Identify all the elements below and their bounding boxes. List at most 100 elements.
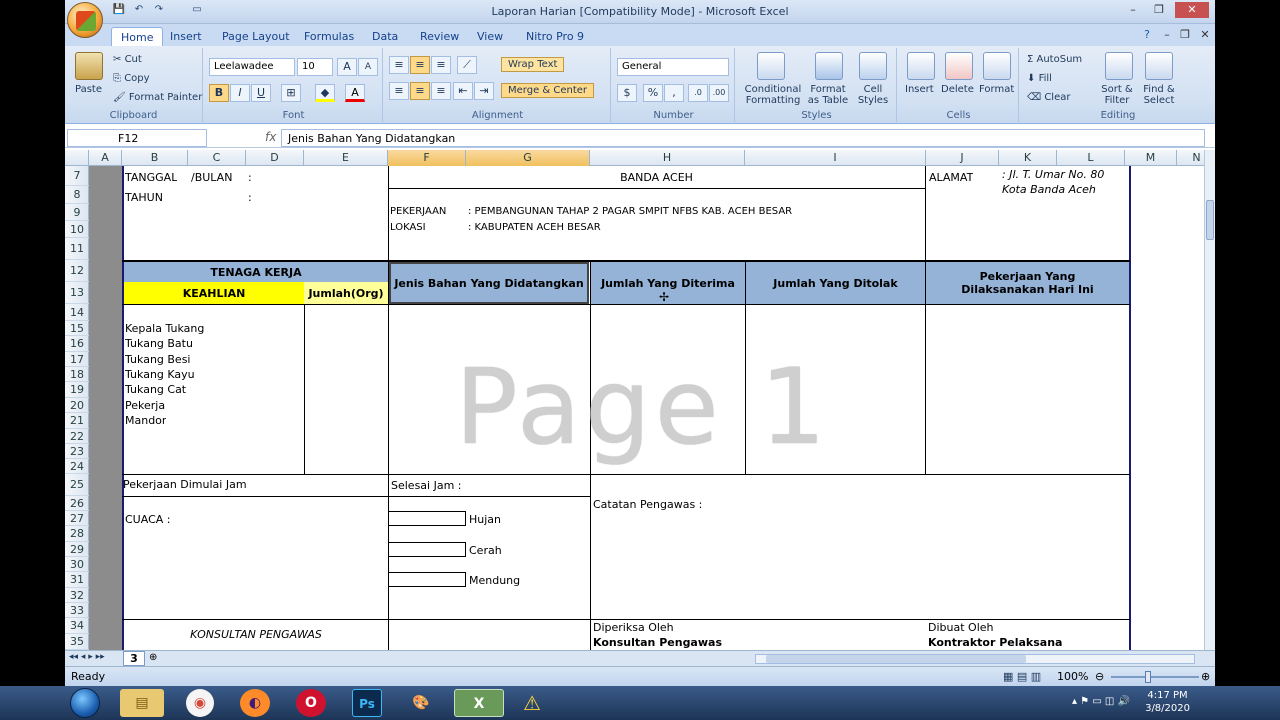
- tab-page-layout[interactable]: Page Layout: [213, 27, 299, 46]
- sheet-nav-icon[interactable]: ◂◂ ◂ ▸ ▸▸: [69, 652, 105, 662]
- vertical-scrollbar[interactable]: [1204, 150, 1215, 650]
- column-header[interactable]: F: [388, 150, 466, 166]
- column-header[interactable]: L: [1057, 150, 1125, 166]
- row-header[interactable]: 8: [65, 186, 89, 204]
- column-header[interactable]: A: [89, 150, 122, 166]
- workbook-close-icon[interactable]: ✕: [1193, 27, 1215, 43]
- zoom-in-icon[interactable]: ⊕: [1201, 670, 1210, 683]
- file-explorer-icon[interactable]: ▤: [120, 689, 164, 717]
- italic-icon[interactable]: I: [230, 84, 250, 102]
- cell-styles-button[interactable]: Cell Styles: [853, 84, 893, 106]
- insert-sheet-icon[interactable]: ⊕: [149, 652, 157, 663]
- chrome-icon[interactable]: ◉: [186, 689, 214, 717]
- column-header[interactable]: M: [1125, 150, 1177, 166]
- start-button[interactable]: [70, 688, 100, 718]
- font-color-icon[interactable]: A: [345, 84, 365, 102]
- conditional-formatting-button[interactable]: Conditional Formatting: [741, 84, 805, 106]
- tab-home[interactable]: Home: [111, 27, 164, 46]
- row-header[interactable]: 27: [65, 511, 89, 526]
- column-header[interactable]: I: [745, 150, 926, 166]
- row-header[interactable]: 35: [65, 634, 89, 650]
- shrink-font-icon[interactable]: A: [358, 58, 378, 76]
- tab-view[interactable]: View: [468, 27, 512, 46]
- row-header[interactable]: 28: [65, 526, 89, 542]
- zoom-slider[interactable]: [1111, 676, 1199, 678]
- paste-button[interactable]: Paste: [75, 84, 102, 95]
- redo-icon[interactable]: ↷: [151, 4, 167, 18]
- row-header[interactable]: 16: [65, 336, 89, 352]
- row-header[interactable]: 12: [65, 260, 89, 282]
- column-header[interactable]: H: [590, 150, 745, 166]
- jenis-bahan-header[interactable]: Jenis Bahan Yang Didatangkan: [389, 262, 589, 304]
- select-all-corner[interactable]: [65, 150, 89, 166]
- clock[interactable]: 4:17 PM 3/8/2020: [1145, 689, 1190, 715]
- restore-icon[interactable]: ❐: [1147, 2, 1171, 18]
- h-scroll-thumb[interactable]: [766, 655, 1026, 663]
- close-icon[interactable]: ✕: [1175, 2, 1209, 18]
- align-left-icon[interactable]: ≡: [389, 82, 409, 100]
- increase-indent-icon[interactable]: ⇥: [474, 82, 494, 100]
- row-header[interactable]: 10: [65, 221, 89, 238]
- photoshop-icon[interactable]: Ps: [352, 689, 382, 717]
- row-header[interactable]: 30: [65, 557, 89, 572]
- scroll-thumb[interactable]: [1206, 200, 1214, 240]
- formula-input[interactable]: Jenis Bahan Yang Didatangkan: [281, 129, 1205, 147]
- row-header[interactable]: 26: [65, 496, 89, 511]
- row-header[interactable]: 19: [65, 382, 89, 398]
- font-size-select[interactable]: 10: [297, 58, 333, 76]
- zoom-level[interactable]: 100%: [1057, 670, 1088, 683]
- column-header[interactable]: J: [926, 150, 999, 166]
- bold-icon[interactable]: B: [209, 84, 229, 102]
- worksheet-grid[interactable]: 7 8 9 10 11 12 13 14 15 16 17 18 19 20 21 22 23 24 25 26 27 2…: [65, 166, 1215, 650]
- find-select-button[interactable]: Find & Select: [1139, 84, 1179, 106]
- column-header[interactable]: G: [466, 150, 590, 166]
- row-header[interactable]: 13: [65, 282, 89, 304]
- row-header[interactable]: 31: [65, 572, 89, 588]
- view-icons[interactable]: ▦ ▤ ▥: [1003, 670, 1041, 683]
- firefox-icon[interactable]: ◐: [240, 689, 270, 717]
- paste-icon[interactable]: [75, 52, 103, 80]
- row-header[interactable]: 9: [65, 204, 89, 221]
- row-header[interactable]: 7: [65, 166, 89, 186]
- row-header[interactable]: 18: [65, 367, 89, 382]
- row-header[interactable]: 33: [65, 603, 89, 618]
- row-header[interactable]: 29: [65, 542, 89, 557]
- tab-data[interactable]: Data: [363, 27, 407, 46]
- row-header[interactable]: 20: [65, 398, 89, 413]
- name-box[interactable]: F12: [67, 129, 207, 147]
- warning-icon[interactable]: ⚠: [510, 689, 554, 717]
- insert-button[interactable]: Insert: [905, 84, 934, 95]
- format-painter-button[interactable]: 🖌 Format Painter: [113, 92, 202, 103]
- paint-icon[interactable]: 🎨: [404, 689, 438, 717]
- number-format-select[interactable]: General: [617, 58, 729, 76]
- zoom-out-icon[interactable]: ⊖: [1095, 670, 1104, 683]
- sheet-tab[interactable]: 3: [123, 651, 145, 666]
- cut-button[interactable]: ✂ Cut: [113, 54, 142, 65]
- format-as-table-button[interactable]: Format as Table: [805, 84, 851, 106]
- align-right-icon[interactable]: ≡: [431, 82, 451, 100]
- border-icon[interactable]: ⊞: [281, 84, 301, 102]
- undo-icon[interactable]: ↶: [131, 4, 147, 18]
- column-header[interactable]: D: [246, 150, 304, 166]
- save-icon[interactable]: 💾: [111, 4, 127, 18]
- tab-review[interactable]: Review: [411, 27, 468, 46]
- increase-decimal-icon[interactable]: .0: [688, 84, 708, 102]
- format-button[interactable]: Format: [979, 84, 1014, 95]
- underline-icon[interactable]: U: [251, 84, 271, 102]
- horizontal-scrollbar[interactable]: [755, 654, 1195, 664]
- minimize-icon[interactable]: –: [1121, 2, 1145, 18]
- orientation-icon[interactable]: ⟋: [457, 56, 477, 74]
- tab-formulas[interactable]: Formulas: [295, 27, 363, 46]
- excel-taskbar-icon[interactable]: X: [454, 689, 504, 717]
- comma-icon[interactable]: ,: [664, 84, 684, 102]
- cerah-checkbox[interactable]: [388, 542, 466, 557]
- row-header[interactable]: 15: [65, 321, 89, 336]
- row-header[interactable]: 17: [65, 352, 89, 367]
- merge-center-button[interactable]: Merge & Center: [501, 83, 595, 98]
- copy-button[interactable]: ⎘ Copy: [113, 73, 150, 84]
- row-header[interactable]: 34: [65, 618, 89, 634]
- sort-filter-button[interactable]: Sort & Filter: [1099, 84, 1135, 106]
- office-button[interactable]: [67, 2, 103, 38]
- function-icon[interactable]: fx: [265, 130, 276, 144]
- align-center-icon[interactable]: ≡: [410, 82, 430, 100]
